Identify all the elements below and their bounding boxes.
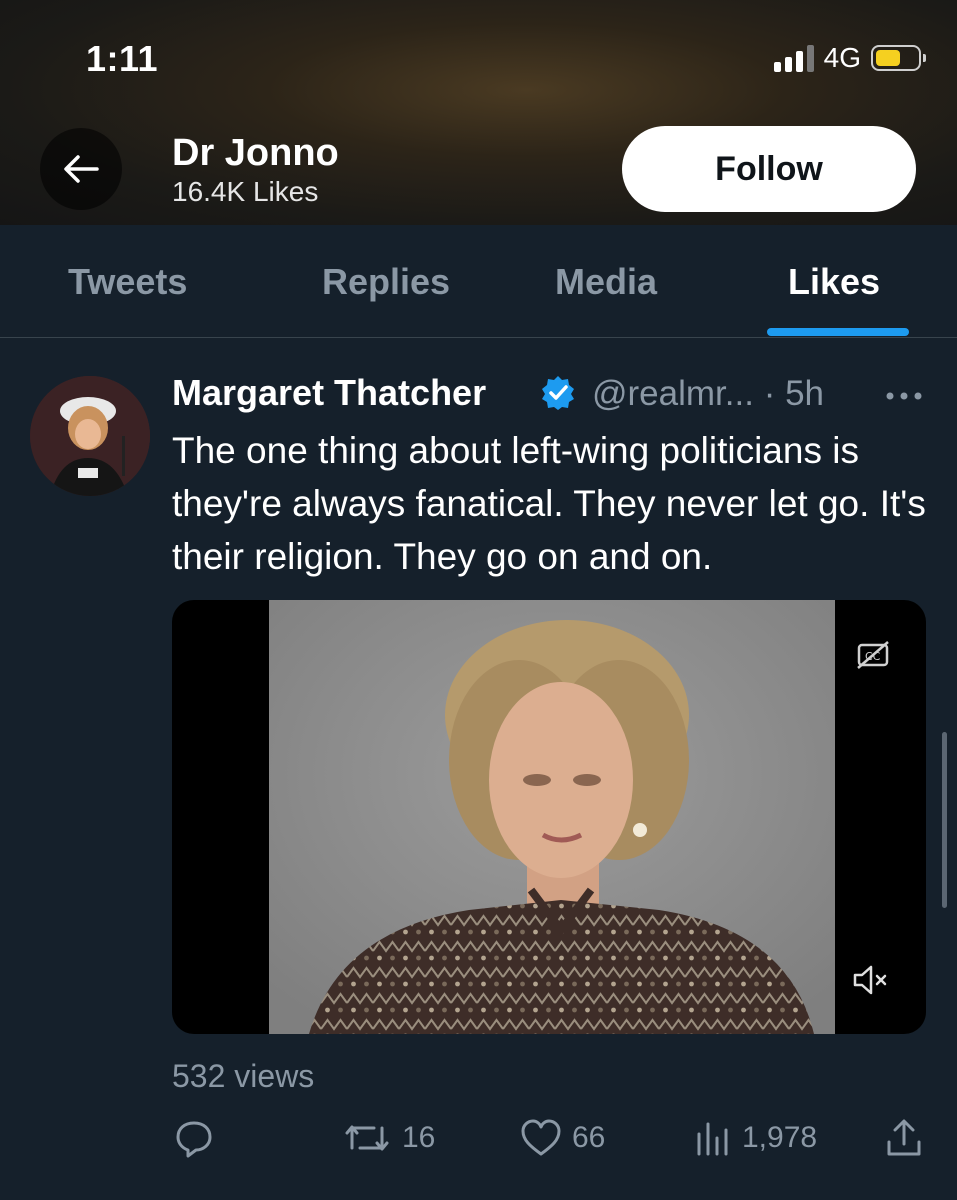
retweet-count: 16 <box>402 1121 436 1154</box>
like-count: 66 <box>572 1121 606 1154</box>
profile-tabs: Tweets Replies Media Likes <box>0 225 957 338</box>
tweet-text: The one thing about left-wing politician… <box>172 430 926 577</box>
status-indicators: 4G <box>773 42 926 74</box>
follow-button[interactable]: Follow <box>622 126 916 212</box>
tab-media[interactable]: Media <box>555 261 657 303</box>
tweet-actions: 16 66 1,978 <box>172 1118 932 1168</box>
more-icon[interactable] <box>884 390 924 402</box>
views-label[interactable]: 532 views <box>172 1058 314 1095</box>
verified-badge-icon <box>542 376 574 410</box>
profile-name: Dr Jonno <box>172 132 339 174</box>
tab-tweets[interactable]: Tweets <box>68 261 187 303</box>
views-icon <box>697 1122 728 1156</box>
tweet-time[interactable]: 5h <box>785 374 824 413</box>
avatar-image <box>30 376 150 496</box>
tweet-handle-time: @realmr... · 5h <box>592 374 824 414</box>
tab-replies[interactable]: Replies <box>322 261 450 303</box>
scrollbar[interactable] <box>942 732 947 908</box>
back-button[interactable] <box>40 128 122 210</box>
like-icon <box>521 1119 561 1156</box>
views-button[interactable]: 1,978 <box>692 1118 817 1158</box>
retweet-icon <box>345 1125 389 1151</box>
profile-likes-count: 16.4K Likes <box>172 176 319 207</box>
reply-button[interactable] <box>174 1118 214 1158</box>
view-count: 1,978 <box>742 1121 818 1154</box>
like-button[interactable]: 66 <box>520 1118 605 1158</box>
share-icon <box>887 1119 921 1156</box>
status-time: 1:11 <box>86 38 159 79</box>
tweet-video[interactable]: CC <box>172 600 926 1034</box>
active-tab-indicator <box>767 328 909 336</box>
tweet-author-name[interactable]: Margaret Thatcher <box>172 372 486 414</box>
captions-off-icon[interactable]: CC <box>856 640 890 670</box>
network-label: 4G <box>823 42 861 73</box>
battery-icon <box>871 45 926 71</box>
signal-icon <box>773 44 814 72</box>
share-button[interactable] <box>884 1118 924 1158</box>
profile-header: 1:11 4G Dr Jonno 16.4K Likes Follow <box>0 0 957 225</box>
video-still-image <box>269 600 835 1034</box>
reply-icon <box>176 1121 212 1158</box>
retweet-button[interactable]: 16 <box>342 1118 435 1158</box>
muted-speaker-icon[interactable] <box>852 964 888 996</box>
avatar[interactable] <box>30 376 150 496</box>
tab-likes[interactable]: Likes <box>788 261 880 303</box>
back-arrow-icon <box>64 155 99 183</box>
tweet-handle[interactable]: @realmr... <box>592 374 754 413</box>
separator-dot: · <box>763 374 776 413</box>
video-frame <box>269 600 835 1034</box>
